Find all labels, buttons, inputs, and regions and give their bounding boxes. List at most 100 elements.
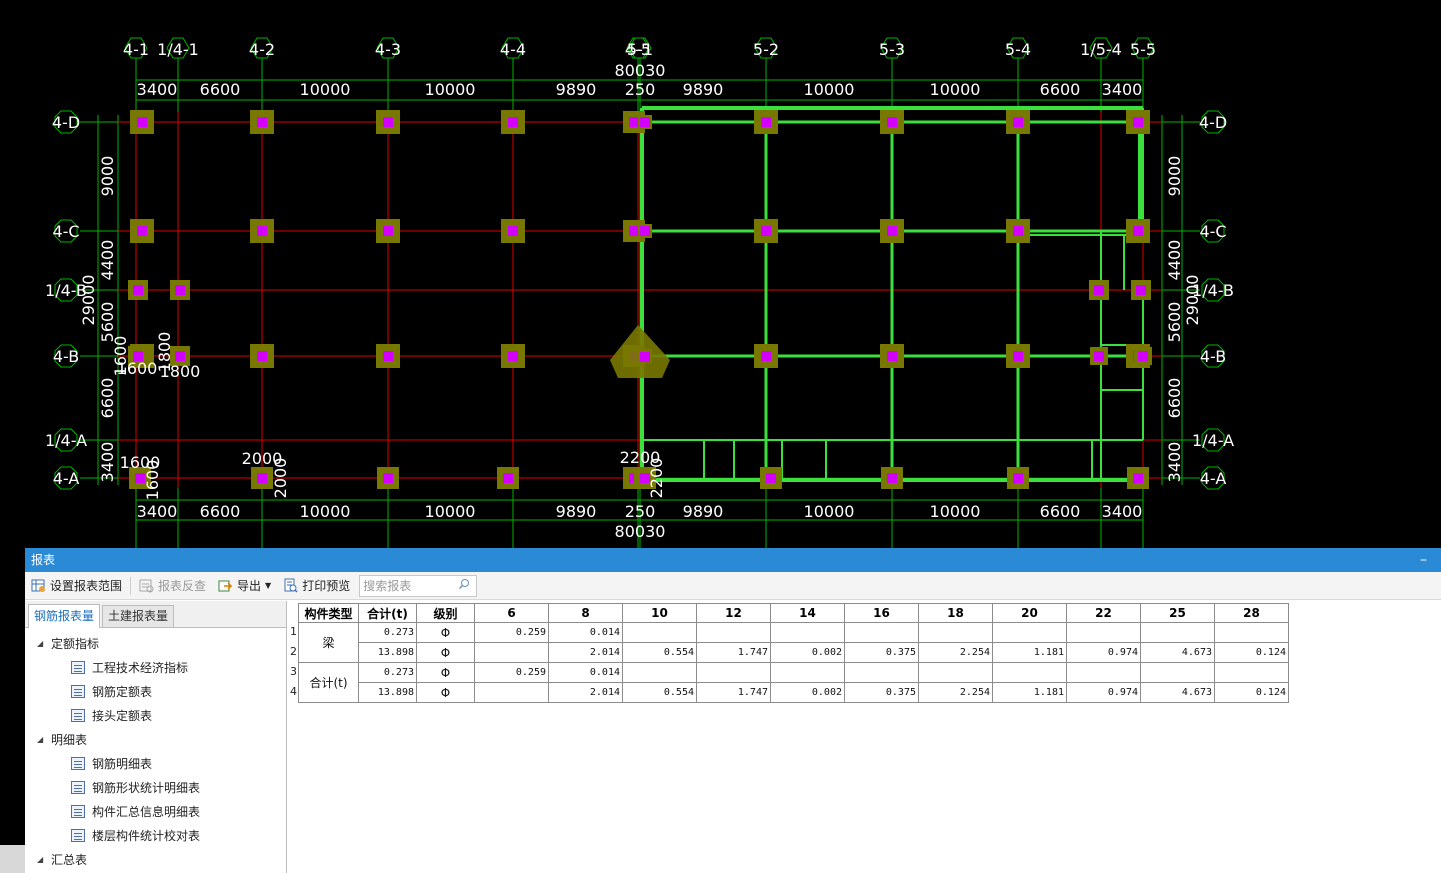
- total-cell[interactable]: 13.898: [358, 642, 417, 663]
- column-header[interactable]: 25: [1140, 603, 1215, 623]
- tree-group-summary-tables[interactable]: ◢ 汇总表: [25, 847, 286, 871]
- diameter-value-cell[interactable]: 0.974: [1066, 682, 1141, 703]
- diameter-value-cell[interactable]: [1214, 622, 1289, 643]
- tree-item-rebar-detail[interactable]: 钢筋明细表: [25, 751, 286, 775]
- export-dropdown-button[interactable]: 导出 ▼: [212, 574, 277, 598]
- column-header[interactable]: 22: [1066, 603, 1141, 623]
- tree-item-rebar-shape-stats[interactable]: 钢筋形状统计明细表: [25, 775, 286, 799]
- rebar-grade-cell[interactable]: Φ: [416, 642, 475, 663]
- print-preview-button[interactable]: 打印预览: [277, 574, 356, 598]
- report-search-input[interactable]: [360, 576, 459, 595]
- diameter-value-cell[interactable]: 1.747: [696, 682, 771, 703]
- table-row[interactable]: 合计(t) 0.273 Φ 0.259 0.014: [298, 662, 1289, 703]
- expand-triangle-icon[interactable]: ◢: [37, 735, 51, 744]
- table-row[interactable]: 13.898 Φ 2.014 0.554 1.747 0.002 0.375 2.254 1.1…: [299, 682, 1289, 703]
- tree-item-economic-indicators[interactable]: 工程技术经济指标: [25, 655, 286, 679]
- diameter-value-cell[interactable]: [1140, 662, 1215, 683]
- column-header[interactable]: 8: [548, 603, 623, 623]
- diameter-value-cell[interactable]: 0.554: [622, 682, 697, 703]
- tree-item-component-summary[interactable]: 构件汇总信息明细表: [25, 799, 286, 823]
- expand-triangle-icon[interactable]: ◢: [37, 855, 51, 864]
- diameter-value-cell[interactable]: [696, 622, 771, 643]
- diameter-value-cell[interactable]: 0.014: [548, 662, 623, 683]
- diameter-value-cell[interactable]: 1.747: [696, 642, 771, 663]
- tree-item-floor-check[interactable]: 楼层构件统计校对表: [25, 823, 286, 847]
- tree-item-rebar-quota[interactable]: 钢筋定额表: [25, 679, 286, 703]
- diameter-value-cell[interactable]: [770, 662, 845, 683]
- set-report-range-button[interactable]: 设置报表范围: [25, 574, 128, 598]
- diameter-value-cell[interactable]: [918, 662, 993, 683]
- total-cell[interactable]: 0.273: [358, 622, 417, 643]
- diameter-value-cell[interactable]: 2.014: [548, 642, 623, 663]
- diameter-value-cell[interactable]: [622, 622, 697, 643]
- cad-drawing[interactable]: 4-1 1/4-1 4-2 4-3 4-4 4-55-1 5-2 5-3 5-4 1/5-4 5-5…: [0, 0, 1441, 548]
- diameter-value-cell[interactable]: 0.014: [548, 622, 623, 643]
- table-row[interactable]: 梁 0.273 Φ 0.259 0.014: [298, 622, 1289, 663]
- cad-canvas[interactable]: 4-1 1/4-1 4-2 4-3 4-4 4-5 5-1 5-2 5-3 5-4 1/5-4 5-5…: [0, 0, 1441, 548]
- table-row[interactable]: 13.898 Φ 2.014 0.554 1.747 0.002 0.375 2.254 1.1…: [299, 642, 1289, 663]
- column-header[interactable]: 10: [622, 603, 697, 623]
- column-header[interactable]: 18: [918, 603, 993, 623]
- column-header[interactable]: 20: [992, 603, 1067, 623]
- diameter-value-cell[interactable]: [696, 662, 771, 683]
- diameter-value-cell[interactable]: [1066, 662, 1141, 683]
- diameter-value-cell[interactable]: 2.014: [548, 682, 623, 703]
- column-header[interactable]: 14: [770, 603, 845, 623]
- diameter-value-cell[interactable]: 0.375: [844, 642, 919, 663]
- diameter-value-cell[interactable]: 0.002: [770, 642, 845, 663]
- column-header[interactable]: 12: [696, 603, 771, 623]
- diameter-value-cell[interactable]: 0.124: [1214, 682, 1289, 703]
- reverse-check-icon: [139, 578, 154, 593]
- diameter-value-cell[interactable]: [992, 662, 1067, 683]
- minimize-button[interactable]: –: [1420, 548, 1427, 572]
- rebar-grade-cell[interactable]: Φ: [416, 622, 475, 643]
- diameter-value-cell[interactable]: 1.181: [992, 682, 1067, 703]
- dock-tab[interactable]: [0, 845, 25, 873]
- column-header[interactable]: 28: [1214, 603, 1289, 623]
- tree-group-quota-indicators[interactable]: ◢ 定额指标: [25, 631, 286, 655]
- rebar-grade-cell[interactable]: Φ: [416, 682, 475, 703]
- search-icon[interactable]: [458, 578, 470, 593]
- diameter-value-cell[interactable]: [622, 662, 697, 683]
- tab-civil-report[interactable]: 土建报表量: [102, 605, 175, 627]
- diameter-value-cell[interactable]: [1140, 622, 1215, 643]
- diameter-value-cell[interactable]: [474, 682, 549, 703]
- diameter-value-cell[interactable]: [770, 622, 845, 643]
- total-cell[interactable]: 0.273: [358, 662, 417, 683]
- diameter-value-cell[interactable]: 2.254: [918, 642, 993, 663]
- component-type-cell[interactable]: 合计(t): [298, 662, 359, 703]
- total-cell[interactable]: 13.898: [358, 682, 417, 703]
- diameter-value-cell[interactable]: [474, 642, 549, 663]
- expand-triangle-icon[interactable]: ◢: [37, 639, 51, 648]
- diameter-value-cell[interactable]: 0.259: [474, 622, 549, 643]
- column-header[interactable]: 构件类型: [298, 603, 359, 623]
- rebar-grade-cell[interactable]: Φ: [416, 662, 475, 683]
- diameter-value-cell[interactable]: 0.002: [770, 682, 845, 703]
- diameter-value-cell[interactable]: 0.974: [1066, 642, 1141, 663]
- diameter-value-cell[interactable]: [1066, 622, 1141, 643]
- diameter-value-cell[interactable]: [844, 662, 919, 683]
- column-header[interactable]: 级别: [416, 603, 475, 623]
- diameter-value-cell[interactable]: [844, 622, 919, 643]
- column-header[interactable]: 16: [844, 603, 919, 623]
- diameter-value-cell[interactable]: 0.554: [622, 642, 697, 663]
- report-titlebar[interactable]: 报表 –: [25, 548, 1441, 572]
- diameter-value-cell[interactable]: [992, 622, 1067, 643]
- component-type-cell[interactable]: 梁: [298, 622, 359, 663]
- tree-group-detail-tables[interactable]: ◢ 明细表: [25, 727, 286, 751]
- reverse-check-button[interactable]: 报表反查: [133, 574, 212, 598]
- column-header[interactable]: 6: [474, 603, 549, 623]
- diameter-value-cell[interactable]: [918, 622, 993, 643]
- diameter-value-cell[interactable]: 4.673: [1140, 642, 1215, 663]
- diameter-value-cell[interactable]: [1214, 662, 1289, 683]
- diameter-value-cell[interactable]: 4.673: [1140, 682, 1215, 703]
- diameter-value-cell[interactable]: 1.181: [992, 642, 1067, 663]
- diameter-value-cell[interactable]: 2.254: [918, 682, 993, 703]
- column-header[interactable]: 合计(t): [358, 603, 417, 623]
- tab-rebar-report[interactable]: 钢筋报表量: [28, 604, 101, 628]
- diameter-value-cell[interactable]: 0.259: [474, 662, 549, 683]
- column: [1013, 351, 1023, 361]
- diameter-value-cell[interactable]: 0.375: [844, 682, 919, 703]
- diameter-value-cell[interactable]: 0.124: [1214, 642, 1289, 663]
- tree-item-joint-quota[interactable]: 接头定额表: [25, 703, 286, 727]
